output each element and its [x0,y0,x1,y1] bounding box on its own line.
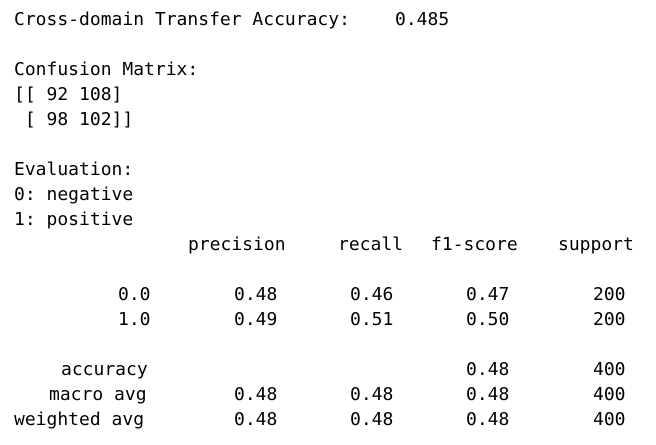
report-row-label: accuracy [61,359,148,380]
report-row-label: 1.0 [118,309,151,330]
report-header-support: support [558,234,634,255]
report-cell-f1: 0.50 [466,309,510,330]
confusion-matrix-title: Confusion Matrix: [14,59,199,80]
report-cell-precision: 0.49 [234,309,278,330]
report-cell-f1: 0.47 [466,284,510,305]
report-cell-support: 400 [593,359,626,380]
label-map-item: 1: positive [14,209,134,230]
transfer-accuracy-label: Cross-domain Transfer Accuracy: [14,9,350,30]
report-header-precision: precision [188,234,286,255]
confusion-matrix-row: [ 98 102]] [14,109,134,130]
report-cell-recall: 0.48 [350,409,394,430]
report-cell-recall: 0.48 [350,384,394,405]
report-header-recall: recall [338,234,404,255]
report-header-f1: f1-score [431,234,518,255]
report-cell-precision: 0.48 [234,284,278,305]
report-cell-recall: 0.46 [350,284,394,305]
report-cell-support: 200 [593,309,626,330]
report-cell-f1: 0.48 [466,384,510,405]
evaluation-title: Evaluation: [14,159,134,180]
report-row-label: macro avg [49,384,147,405]
report-row-label: weighted avg [14,409,145,430]
console-output: Cross-domain Transfer Accuracy: 0.485 Co… [0,0,656,445]
report-cell-f1: 0.48 [466,359,510,380]
report-cell-precision: 0.48 [234,409,278,430]
report-cell-f1: 0.48 [466,409,510,430]
confusion-matrix-row: [[ 92 108] [14,84,123,105]
label-map-item: 0: negative [14,184,134,205]
report-cell-precision: 0.48 [234,384,278,405]
report-cell-recall: 0.51 [350,309,394,330]
report-cell-support: 200 [593,284,626,305]
report-cell-support: 400 [593,384,626,405]
report-row-label: 0.0 [118,284,151,305]
report-cell-support: 400 [593,409,626,430]
transfer-accuracy-value: 0.485 [395,9,450,30]
